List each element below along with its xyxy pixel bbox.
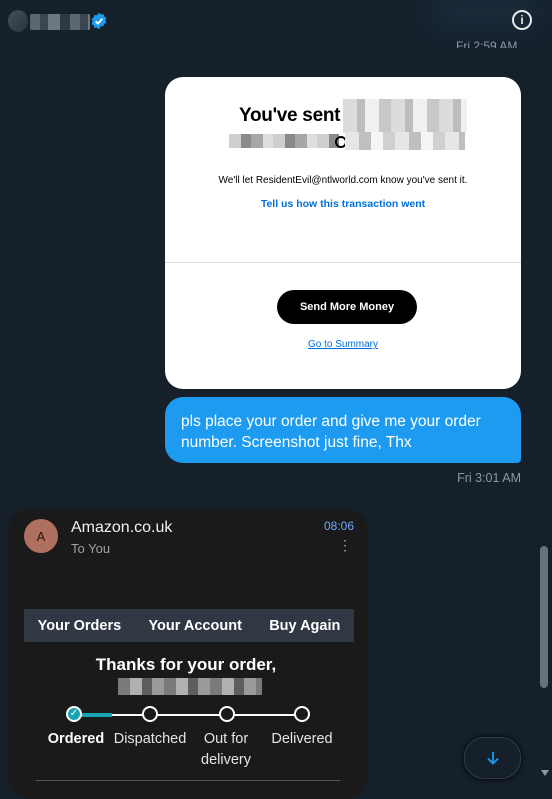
info-icon[interactable]: i [512,10,532,30]
notification-message: We'll let ResidentEvil@ntlworld.com know… [218,175,468,186]
card-divider [165,262,521,263]
payment-confirmation-card: You've sent We'll let ResidentEvil@ntlwo… [165,77,521,389]
email-time: 08:06 [324,519,355,533]
redacted-amount [343,99,467,133]
outgoing-message-bubble[interactable]: pls place your order and give me your or… [165,397,521,463]
arrow-down-icon [486,752,499,765]
step-label-dispatched: Dispatched [113,731,187,747]
contact-avatar[interactable] [8,10,28,32]
sender-avatar: A [24,519,58,553]
amazon-nav-bar: Your Orders Your Account Buy Again [24,609,354,642]
go-to-summary-link[interactable]: Go to Summary [165,339,521,350]
previous-timestamp-clipped: Fri 2:59 AM [456,39,518,48]
conversation-header: i Fri 2:59 AM [0,0,552,48]
redacted-recipient [229,134,339,148]
step-label-out-for-delivery: Out for delivery [201,731,251,768]
scrollbar-thumb[interactable] [540,546,548,688]
nav-your-orders[interactable]: Your Orders [38,618,122,634]
message-timestamp: Fri 3:01 AM [457,471,521,485]
contact-name-redacted[interactable] [30,14,90,30]
payment-title: You've sent [239,105,341,126]
order-heading: Thanks for your order, [95,655,277,674]
redacted-customer-name [118,678,262,695]
email-divider [36,780,340,781]
step-label-ordered: Ordered [47,731,105,747]
step-label-delivered: Delivered [271,731,333,747]
step-out-for-delivery-marker [219,706,235,722]
send-more-money-button[interactable]: Send More Money [277,290,417,324]
step-delivered-marker [294,706,310,722]
email-sender: Amazon.co.uk [71,519,173,536]
scroll-to-bottom-button[interactable] [464,737,521,779]
nav-your-account[interactable]: Your Account [148,618,241,634]
step-ordered-check-icon: ✓ [66,706,82,722]
verified-badge-icon [91,12,107,30]
amazon-email-screenshot[interactable]: A Amazon.co.uk To You 08:06 ⋮ Your Order… [8,509,368,799]
scrollbar-down-arrow[interactable] [541,770,549,776]
nav-buy-again[interactable]: Buy Again [269,618,340,634]
step-dispatched-marker [142,706,158,722]
email-recipient: To You [71,541,111,556]
feedback-link[interactable]: Tell us how this transaction went [165,198,521,210]
more-vertical-icon[interactable]: ⋮ [338,537,352,553]
redacted-recipient-domain [345,132,465,150]
